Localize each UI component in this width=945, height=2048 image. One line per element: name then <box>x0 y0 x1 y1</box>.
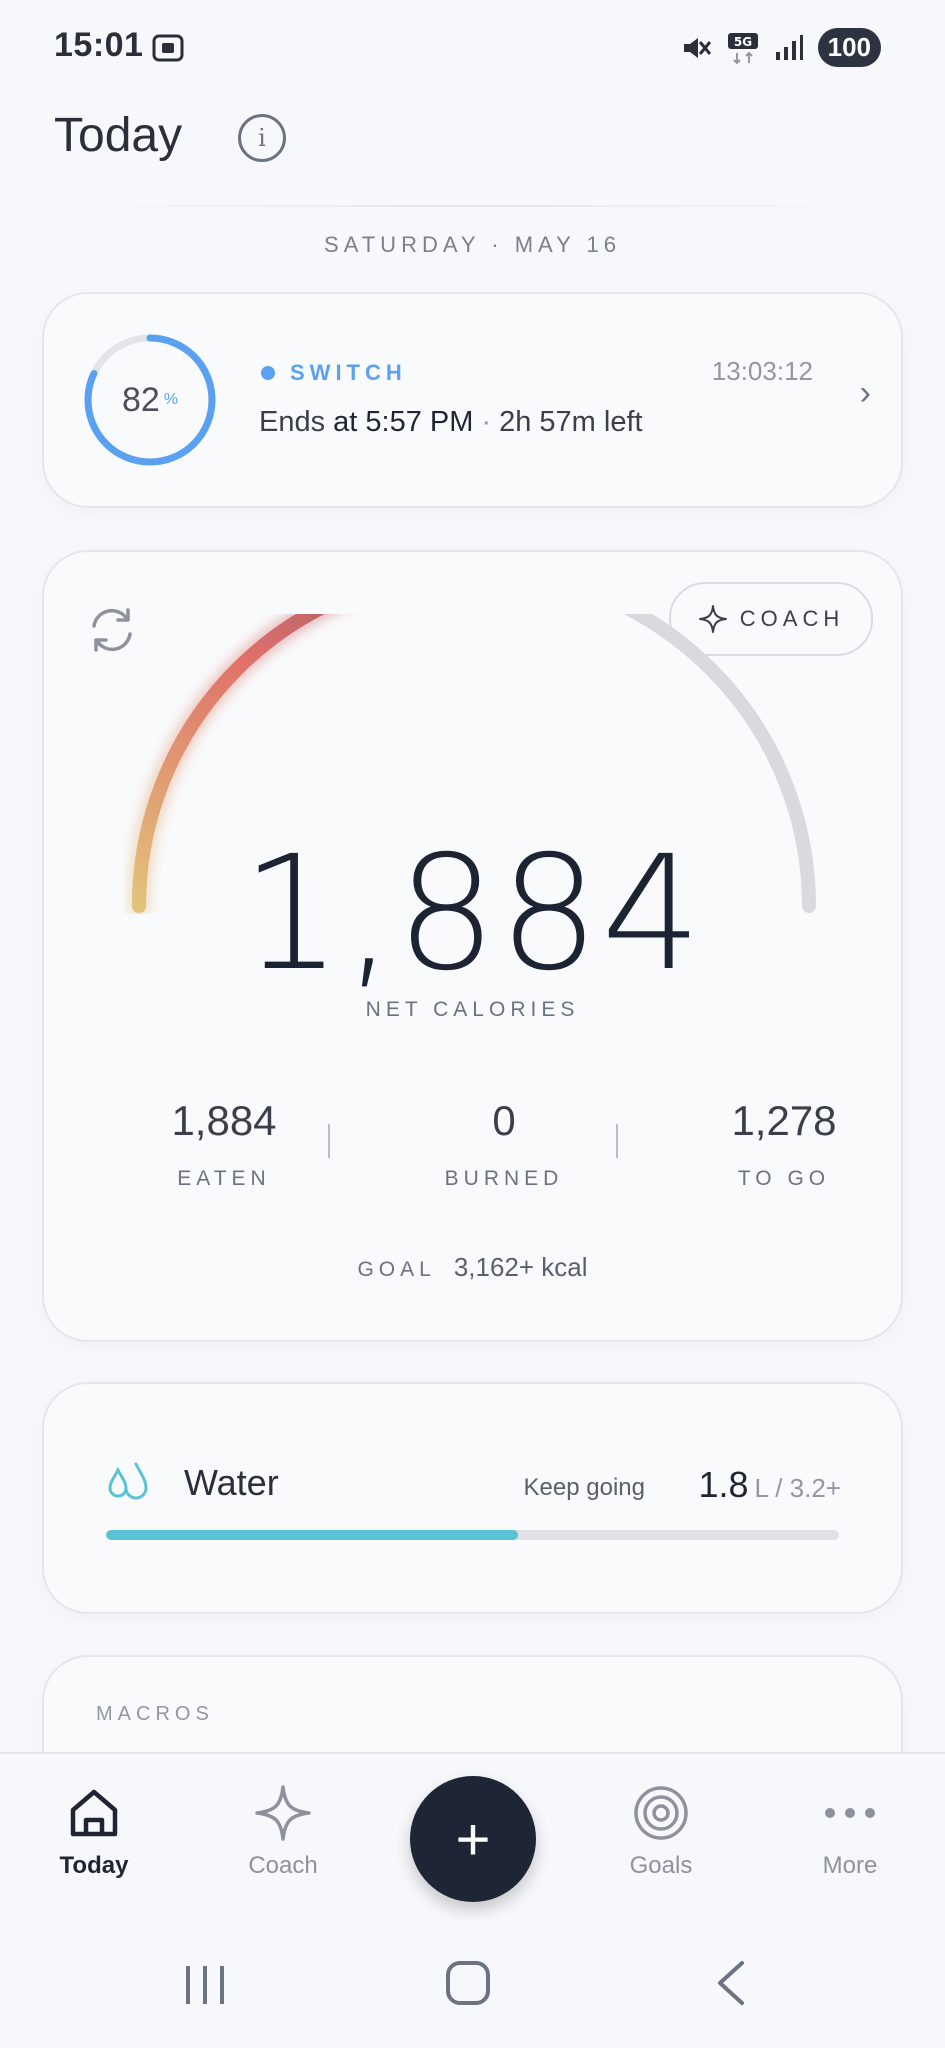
water-title: Water <box>184 1462 279 1503</box>
target-icon <box>634 1786 688 1840</box>
nav-coach-label: Coach <box>248 1852 318 1879</box>
fast-ends-text: Ends at 5:57 PM · 2h 57m left <box>259 406 643 438</box>
stat-eaten: 1,884 EATEN <box>94 1097 354 1191</box>
fast-card[interactable]: 82% SWITCH 13:03:12 Ends at 5:57 PM · 2h 5… <box>42 292 903 508</box>
fast-elapsed-time: 13:03:12 <box>711 356 813 386</box>
date-label: SATURDAY · MAY 16 <box>324 232 621 257</box>
stat-eaten-label: EATEN <box>177 1167 271 1190</box>
page-title: Today <box>54 109 183 162</box>
screenshot-icon <box>150 30 186 71</box>
fast-status-dot <box>261 366 275 380</box>
nav-more[interactable]: More <box>775 1784 925 1880</box>
stat-divider <box>328 1124 330 1158</box>
stat-burned-value: 0 <box>492 1097 516 1144</box>
status-time: 15:01 <box>54 26 144 64</box>
nav-goals[interactable]: Goals <box>586 1784 736 1880</box>
water-value: 1.8 L / 3.2+ <box>698 1464 841 1505</box>
stat-burned: 0 BURNED <box>374 1097 634 1191</box>
mute-icon <box>683 37 711 58</box>
nav-coach[interactable]: Coach <box>208 1784 358 1880</box>
nav-goals-label: Goals <box>629 1852 693 1879</box>
fast-label: SWITCH <box>290 360 407 385</box>
macros-label: MACROS <box>96 1703 214 1725</box>
nav-today[interactable]: Today <box>19 1784 169 1880</box>
sparkle-icon <box>255 1785 311 1841</box>
stat-eaten-value: 1,884 <box>171 1097 277 1144</box>
more-icon <box>825 1808 875 1818</box>
system-nav <box>0 1920 945 2048</box>
stat-to-go-label: TO GO <box>737 1167 831 1190</box>
stat-burned-label: BURNED <box>444 1167 564 1190</box>
battery-indicator: 100 <box>817 28 881 67</box>
divider <box>70 205 875 207</box>
stat-to-go: 1,278 TO GO <box>654 1097 914 1191</box>
back-icon[interactable] <box>712 1960 752 2006</box>
recent-apps-icon[interactable] <box>180 1962 230 2008</box>
nav-more-label: More <box>822 1852 878 1879</box>
goal-label: GOAL <box>357 1258 436 1281</box>
signal-icon <box>775 34 803 60</box>
nav-today-label: Today <box>59 1852 129 1879</box>
net-calories-value: 1,884 <box>241 822 704 1006</box>
stat-to-go-value: 1,278 <box>731 1097 837 1144</box>
stat-divider <box>616 1124 618 1158</box>
goal-value: 3,162+ kcal <box>453 1252 588 1282</box>
water-progress-fill <box>106 1530 519 1540</box>
net-calories-label: NET CALORIES <box>365 998 580 1021</box>
svg-text:5G: 5G <box>734 35 752 49</box>
calories-card: COACH 1,884 NET CALORIES 1,884 EATEN 0 B… <box>42 550 903 1342</box>
5g-icon: 5G <box>727 32 758 64</box>
status-icons: 5G 100 <box>680 28 881 67</box>
bottom-nav: Today Coach + Goals More <box>0 1752 945 1922</box>
chevron-right-icon[interactable]: › <box>860 374 871 413</box>
home-icon <box>70 1789 118 1837</box>
water-drops-icon <box>108 1462 148 1500</box>
info-icon[interactable]: i <box>238 114 286 162</box>
water-status: Keep going <box>523 1474 645 1501</box>
calorie-goal: GOAL 3,162+ kcal <box>44 1252 901 1283</box>
water-progress-bar <box>106 1530 839 1540</box>
fast-percent: 82% <box>121 380 179 419</box>
home-system-icon[interactable] <box>445 1960 491 2006</box>
add-button[interactable]: + <box>410 1776 536 1902</box>
water-card[interactable]: Water Keep going 1.8 L / 3.2+ <box>42 1382 903 1614</box>
